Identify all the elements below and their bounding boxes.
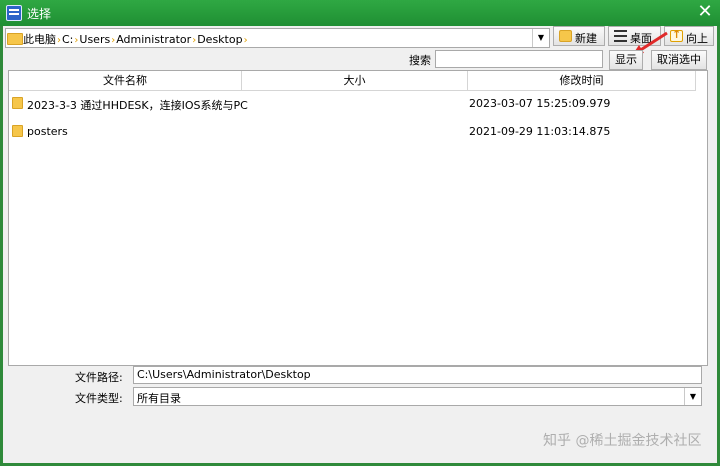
chevron-right-icon: › bbox=[192, 35, 197, 46]
search-input[interactable] bbox=[435, 50, 603, 68]
folder-icon bbox=[7, 33, 23, 45]
file-type-label: 文件类型: bbox=[75, 392, 123, 405]
show-button[interactable]: 显示 bbox=[609, 50, 643, 70]
address-dropdown-button[interactable]: ▼ bbox=[532, 29, 549, 47]
list-item[interactable]: posters 2021-09-29 11:03:14.875 bbox=[9, 119, 707, 145]
chevron-right-icon: › bbox=[111, 35, 116, 46]
file-type-select[interactable]: 所有目录 ▼ bbox=[133, 387, 702, 406]
column-header-name[interactable]: 文件名称 bbox=[9, 71, 242, 91]
window-title: 选择 bbox=[27, 7, 52, 21]
chevron-right-icon: › bbox=[74, 35, 79, 46]
file-path-field[interactable]: C:\Users\Administrator\Desktop bbox=[133, 366, 702, 384]
up-button[interactable]: 向上 bbox=[664, 26, 714, 46]
up-arrow-icon bbox=[670, 28, 683, 42]
watermark: 知乎 @稀土掘金技术社区 bbox=[543, 433, 702, 449]
column-header-size[interactable]: 大小 bbox=[242, 71, 468, 91]
address-bar[interactable]: 此电脑›C:›Users›Administrator›Desktop› ▼ bbox=[5, 28, 550, 48]
file-type-value: 所有目录 bbox=[137, 392, 181, 405]
file-modified: 2023-03-07 15:25:09.979 bbox=[469, 97, 611, 110]
file-name: posters bbox=[27, 125, 68, 138]
dialog-client: 此电脑›C:›Users›Administrator›Desktop› ▼ 新建… bbox=[3, 26, 717, 463]
up-label: 向上 bbox=[686, 32, 708, 45]
dialog-window: 选择 ✕ 此电脑›C:›Users›Administrator›Desktop›… bbox=[0, 0, 720, 466]
list-lines-icon bbox=[614, 30, 627, 42]
breadcrumb-users[interactable]: Users bbox=[79, 33, 110, 46]
new-folder-icon bbox=[559, 30, 572, 42]
deselect-button[interactable]: 取消选中 bbox=[651, 50, 707, 70]
file-list[interactable]: 文件名称 大小 修改时间 2023-3-3 通过HHDESK，连接IOS系统与P… bbox=[8, 70, 708, 366]
app-icon bbox=[6, 5, 22, 21]
file-path-label: 文件路径: bbox=[75, 371, 123, 384]
close-icon[interactable]: ✕ bbox=[696, 3, 714, 21]
breadcrumb-c-drive[interactable]: C: bbox=[62, 33, 73, 46]
chevron-down-icon[interactable]: ▼ bbox=[684, 388, 701, 405]
breadcrumb: 此电脑›C:›Users›Administrator›Desktop› bbox=[23, 31, 249, 47]
breadcrumb-administrator[interactable]: Administrator bbox=[116, 33, 191, 46]
list-item[interactable]: 2023-3-3 通过HHDESK，连接IOS系统与PC 2023-03-07 … bbox=[9, 91, 707, 117]
file-name: 2023-3-3 通过HHDESK，连接IOS系统与PC bbox=[27, 99, 248, 112]
column-header-modified[interactable]: 修改时间 bbox=[468, 71, 696, 91]
title-bar[interactable]: 选择 ✕ bbox=[0, 0, 720, 26]
chevron-right-icon: › bbox=[57, 35, 61, 46]
breadcrumb-this-pc[interactable]: 此电脑 bbox=[23, 31, 56, 47]
folder-icon bbox=[12, 97, 23, 109]
search-label: 搜索 bbox=[409, 54, 431, 67]
new-folder-label: 新建 bbox=[575, 32, 597, 45]
file-modified: 2021-09-29 11:03:14.875 bbox=[469, 125, 611, 138]
new-folder-button[interactable]: 新建 bbox=[553, 26, 605, 46]
folder-icon bbox=[12, 125, 23, 137]
breadcrumb-desktop[interactable]: Desktop bbox=[197, 33, 242, 46]
chevron-right-icon: › bbox=[243, 35, 248, 46]
